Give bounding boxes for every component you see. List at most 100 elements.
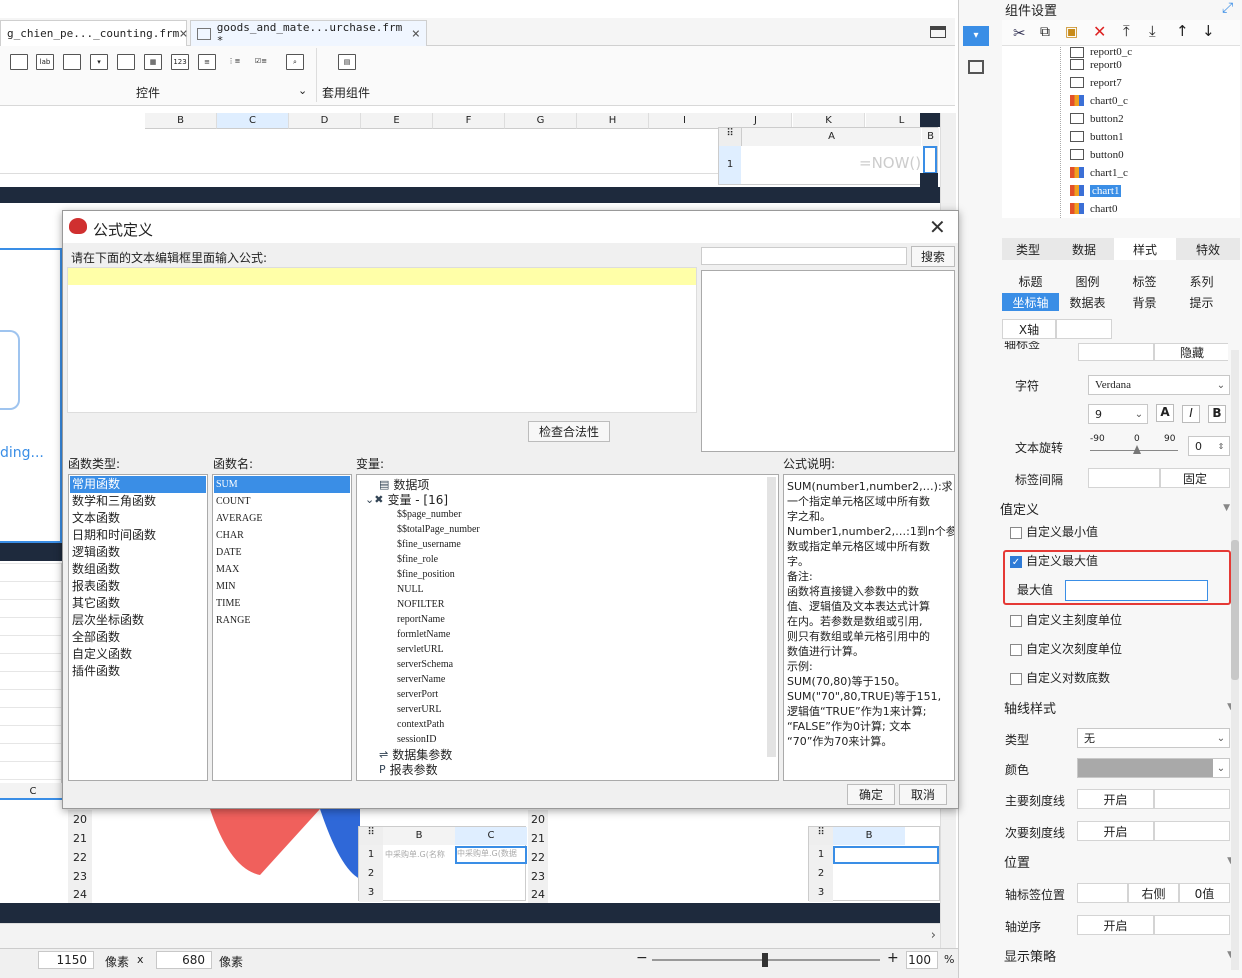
column-header[interactable]: G <box>505 113 577 129</box>
func-type-item[interactable]: 文本函数 <box>70 510 206 527</box>
tree-item-chart1_c[interactable]: chart1_c <box>1070 164 1128 181</box>
tree-item-chart1[interactable]: chart1 <box>1070 182 1122 199</box>
tab-y-axis[interactable]: Y轴 <box>1056 319 1112 339</box>
tree-item-chart0_c[interactable]: chart0_c <box>1070 92 1128 109</box>
copy-icon[interactable]: ⧉ <box>1040 24 1050 40</box>
func-name-item[interactable]: COUNT <box>214 493 350 510</box>
variable-tree[interactable]: ▤ 数据项 ⌄✖ 变量 - [16] $$page_number $$totalPage_… <box>356 474 779 781</box>
checkbox[interactable] <box>1010 526 1022 539</box>
pos-zero[interactable]: 0值 <box>1179 883 1230 903</box>
scroll-thumb[interactable] <box>1231 540 1239 680</box>
move-top-icon[interactable]: ⤒ <box>1123 22 1130 40</box>
selected-cell[interactable] <box>833 846 939 864</box>
font-color-button[interactable]: A <box>1156 404 1174 422</box>
chevron-down-icon[interactable]: ⌄ <box>298 84 307 97</box>
func-name-item[interactable]: AVERAGE <box>214 510 350 527</box>
search-results[interactable] <box>701 270 955 452</box>
move-down-icon[interactable]: ↓ <box>1202 22 1215 40</box>
subtab-tooltip[interactable]: 提示 <box>1173 293 1230 311</box>
italic-button[interactable]: I <box>1182 405 1200 423</box>
major-off[interactable]: 关闭 <box>1154 789 1230 809</box>
func-type-item[interactable]: 全部函数 <box>70 629 206 646</box>
zoom-in-button[interactable]: + <box>887 950 899 966</box>
textarea-icon[interactable]: ≡ <box>198 54 216 70</box>
column-header[interactable]: E <box>361 113 433 129</box>
tree-item-button2[interactable]: button2 <box>1070 110 1124 127</box>
spacing-auto[interactable]: 自动 <box>1088 468 1160 488</box>
custom-minor-row[interactable]: 自定义次刻度单位 <box>1010 640 1122 657</box>
delete-icon[interactable]: ✕ <box>1093 22 1106 41</box>
tree-item-button1[interactable]: button1 <box>1070 128 1124 145</box>
tree-node[interactable]: serverURL <box>361 702 778 717</box>
func-name-item[interactable]: SUM <box>214 476 350 493</box>
func-type-item[interactable]: 日期和时间函数 <box>70 527 206 544</box>
cancel-button[interactable]: 取消 <box>899 784 947 805</box>
tree-node[interactable]: contextPath <box>361 717 778 732</box>
tree-node[interactable]: sessionID <box>361 732 778 747</box>
pos-left[interactable]: 左侧 <box>1077 883 1128 903</box>
checkbox[interactable] <box>1010 614 1022 627</box>
tree-node[interactable]: $fine_position <box>361 567 778 582</box>
column-header[interactable]: D <box>289 113 361 129</box>
tree-node[interactable]: P 报表参数 <box>361 762 778 777</box>
major-on[interactable]: 开启 <box>1077 789 1154 809</box>
func-name-item[interactable]: MIN <box>214 578 350 595</box>
zoom-out-button[interactable]: − <box>636 950 648 966</box>
tab-data[interactable]: 数据 <box>1054 238 1114 260</box>
formula-cell[interactable]: =NOW() <box>859 154 921 172</box>
table-icon[interactable]: ▦ <box>144 54 162 70</box>
data-cell[interactable]: 中采购单.G(名称 <box>385 849 455 860</box>
subtab-title[interactable]: 标题 <box>1002 272 1059 290</box>
zoom-input[interactable]: 100 <box>906 951 938 969</box>
rotate-spinner[interactable]: 0 ⇕ <box>1188 436 1230 456</box>
combobox-icon[interactable]: ▾ <box>90 54 108 70</box>
window-icon[interactable] <box>930 26 946 38</box>
tree-node[interactable]: serverName <box>361 672 778 687</box>
panel-icon[interactable] <box>10 54 28 70</box>
tree-node[interactable]: NOFILTER <box>361 597 778 612</box>
minor-on[interactable]: 开启 <box>1077 821 1154 841</box>
subtab-label[interactable]: 标签 <box>1116 272 1173 290</box>
tree-node[interactable]: ⌄✖ 变量 - [16] <box>361 492 778 507</box>
ok-button[interactable]: 确定 <box>847 784 895 805</box>
cut-icon[interactable]: ✂ <box>1013 24 1026 42</box>
tree-node[interactable]: serverPort <box>361 687 778 702</box>
hide-option[interactable]: 隐藏 <box>1154 343 1228 361</box>
pos-right[interactable]: 右侧 <box>1128 883 1179 903</box>
panel-scrollbar[interactable] <box>1231 350 1239 970</box>
tab-type[interactable]: 类型 <box>1002 238 1054 260</box>
radio-list-icon[interactable]: ⋮≡ <box>225 54 243 70</box>
section-axis-style[interactable]: 轴线样式▼ <box>1004 697 1234 717</box>
spacing-fixed[interactable]: 固定 <box>1160 468 1230 488</box>
tree-node[interactable]: reportName <box>361 612 778 627</box>
tab-style[interactable]: 样式 <box>1114 238 1176 260</box>
func-name-item[interactable]: CHAR <box>214 527 350 544</box>
minor-off[interactable]: 关闭 <box>1154 821 1230 841</box>
tree-node[interactable]: $fine_role <box>361 552 778 567</box>
column-header[interactable]: B <box>145 113 217 129</box>
section-display-strategy[interactable]: 显示策略▼ <box>1004 945 1234 965</box>
func-type-item[interactable]: 数学和三角函数 <box>70 493 206 510</box>
custom-major-row[interactable]: 自定义主刻度单位 <box>1010 611 1122 628</box>
reverse-on[interactable]: 开启 <box>1077 915 1154 935</box>
move-up-icon[interactable]: ↑ <box>1176 22 1189 40</box>
tree-node[interactable]: $$page_number <box>361 507 778 522</box>
layout-icon[interactable] <box>968 60 984 74</box>
tree-node[interactable]: servletURL <box>361 642 778 657</box>
column-header[interactable]: H <box>577 113 649 129</box>
tree-item-chart0[interactable]: chart0 <box>1070 200 1117 217</box>
check-validity-button[interactable]: 检查合法性 <box>528 421 610 442</box>
custom-log-row[interactable]: 自定义对数底数 <box>1010 669 1110 686</box>
section-position[interactable]: 位置▼ <box>1004 851 1234 871</box>
tree-node[interactable]: ▤ 数据项 <box>361 477 778 492</box>
func-type-item[interactable]: 常用函数 <box>70 476 206 493</box>
tree-node[interactable]: serverSchema <box>361 657 778 672</box>
number-icon[interactable]: 123 <box>171 54 189 70</box>
font-select[interactable]: Verdana ⌄ <box>1088 375 1230 395</box>
column-header[interactable]: I <box>649 113 721 129</box>
func-type-list[interactable]: 常用函数 数学和三角函数 文本函数 日期和时间函数 逻辑函数 数组函数 报表函数 其它函数 层次… <box>68 474 208 781</box>
show-option[interactable]: 显示 <box>1078 343 1154 361</box>
func-name-item[interactable]: MAX <box>214 561 350 578</box>
func-type-item[interactable]: 逻辑函数 <box>70 544 206 561</box>
subtab-datatable[interactable]: 数据表 <box>1059 293 1116 311</box>
